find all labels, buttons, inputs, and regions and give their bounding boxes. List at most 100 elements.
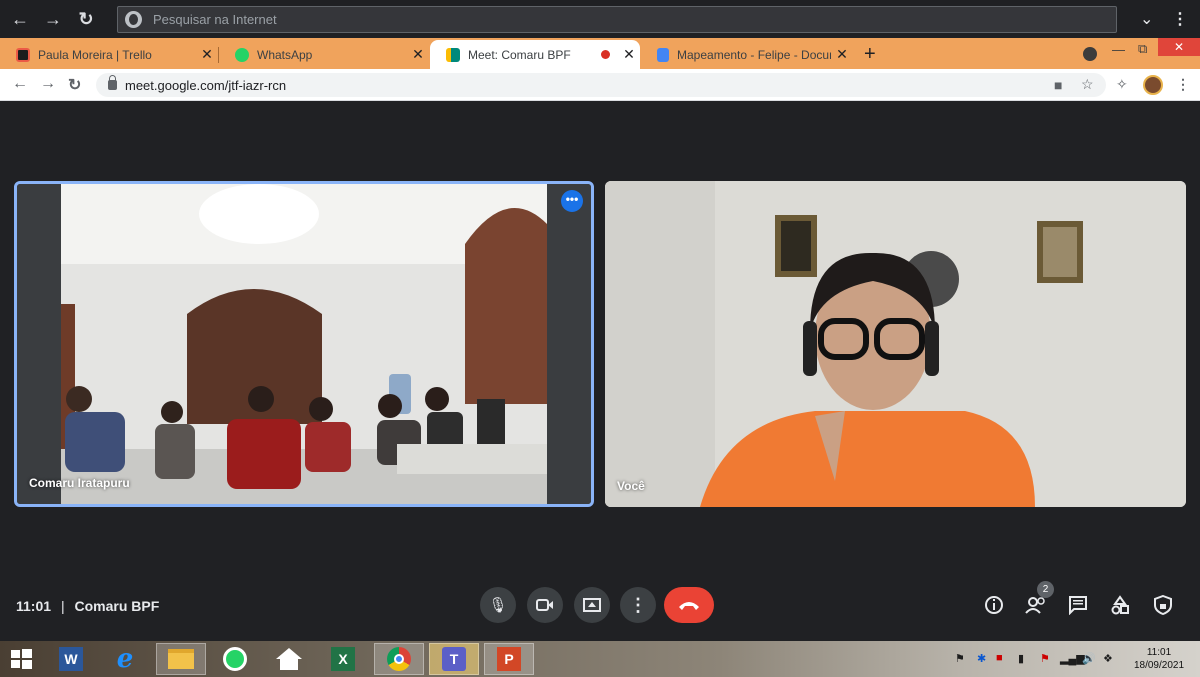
meeting-name: Comaru BPF [74,598,160,614]
tab-title: Meet: Comaru BPF [468,47,571,62]
whatsapp-icon [235,47,249,62]
globe-icon [125,11,142,28]
participant-tile-self[interactable]: Você [605,181,1186,507]
menu-icon[interactable]: ⋮ [1172,9,1188,29]
participant-name: Comaru Iratapuru [29,476,130,490]
lock-icon [108,75,117,90]
tab-strip: Paula Moreira | Trello ✕ WhatsApp ✕ Meet… [0,38,1200,69]
taskbar-teams[interactable]: T [429,643,479,675]
restore-icon[interactable]: ⧉ [1138,41,1147,57]
video-feed-room [17,184,591,504]
present-screen-button[interactable] [574,587,610,623]
tab-title: Paula Moreira | Trello [38,47,152,62]
clock-date: 18/09/2021 [1133,660,1185,671]
trello-icon [16,47,30,62]
recording-icon [601,50,610,59]
start-button[interactable] [4,643,38,675]
plus-icon: + [864,43,876,65]
host-controls-button[interactable] [1152,594,1174,617]
acrobat-icon[interactable]: ■ [996,652,1003,664]
camera-icon[interactable]: ■ [1054,77,1062,93]
close-icon[interactable]: ✕ [831,46,853,63]
back-icon[interactable]: ← [10,9,30,29]
taskbar-file-explorer[interactable] [156,643,206,675]
docs-icon [657,47,669,62]
volume-icon[interactable]: 🔊 [1082,652,1096,665]
taskbar-internet-explorer[interactable]: e [108,643,142,675]
participant-name: Você [617,479,645,493]
home-icon [276,648,302,670]
meeting-time: 11:01 [16,598,52,614]
menu-icon[interactable]: ⋮ [1176,76,1190,93]
chrome-icon [387,647,411,671]
flag-icon[interactable]: ⚑ [1040,652,1050,665]
close-icon[interactable]: ✕ [407,46,429,63]
forward-icon[interactable]: → [43,9,63,29]
video-feed-self [605,181,1186,507]
phone-hangup-icon [679,602,699,610]
extensions-icon[interactable]: ✧ [1116,76,1128,93]
close-window-button[interactable]: ✕ [1158,38,1200,56]
close-icon[interactable]: ✕ [196,46,218,63]
activities-button[interactable] [1109,595,1131,617]
tab-search-icon[interactable] [1083,47,1097,61]
star-icon[interactable]: ☆ [1081,76,1094,93]
chat-button[interactable] [1067,595,1089,617]
taskbar-word[interactable]: W [54,643,88,675]
leave-call-button[interactable] [664,587,714,623]
camera-button[interactable] [527,587,563,623]
more-vert-icon: ⋮ [629,594,647,615]
reload-icon[interactable]: ↻ [76,9,96,29]
tab-title: Mapeamento - Felipe - Documen [677,47,831,62]
signal-icon[interactable]: ▂▄▆ [1060,652,1085,665]
taskbar-powerpoint[interactable]: P [484,643,534,675]
taskbar-whatsapp[interactable] [218,643,252,675]
ie-icon: e [116,644,134,674]
bluetooth-icon[interactable]: ✱ [977,652,986,665]
participant-count-badge: 2 [1037,581,1054,598]
folder-icon [168,649,194,669]
participants-button[interactable] [1025,595,1047,617]
tab-title: WhatsApp [257,47,313,62]
microphone-icon: 🎙 [488,597,508,614]
tab-docs[interactable]: Mapeamento - Felipe - Documen ✕ [641,40,853,69]
browser-top-bar: ← → ↻ Pesquisar na Internet ⌄ ⋮ [0,0,1200,38]
close-icon[interactable]: ✕ [618,46,640,63]
participant-tile-comaru[interactable]: ••• Comaru Iratapuru [14,181,594,507]
teams-icon: T [442,647,466,671]
language-icon[interactable]: ⚑ [955,652,965,665]
word-icon: W [59,647,83,671]
tab-trello[interactable]: Paula Moreira | Trello ✕ [0,40,218,69]
tab-whatsapp[interactable]: WhatsApp ✕ [219,40,429,69]
url-field[interactable]: meet.google.com/jtf-iazr-rcn ■ ☆ [96,73,1106,97]
reload-icon[interactable]: ↻ [68,75,81,95]
meeting-details-button[interactable] [983,595,1005,617]
search-bar[interactable]: Pesquisar na Internet [117,6,1117,33]
new-tab-button[interactable]: + [856,40,886,69]
more-options-button[interactable]: ⋮ [620,587,656,623]
video-camera-icon [536,599,553,611]
taskbar-home[interactable] [272,643,306,675]
system-clock[interactable]: 11:01 18/09/2021 [1128,646,1190,672]
search-placeholder: Pesquisar na Internet [153,12,277,27]
info-icon [985,596,1003,614]
tab-meet[interactable]: Meet: Comaru BPF ✕ [430,40,640,69]
taskbar-excel[interactable]: X [326,643,360,675]
chevron-down-icon[interactable]: ⌄ [1140,9,1153,29]
avatar[interactable] [1143,75,1163,95]
people-icon [1025,597,1045,614]
meet-stage: ••• Comaru Iratapuru Você 11:01 | Comaru [0,101,1200,641]
url-text: meet.google.com/jtf-iazr-rcn [125,78,287,93]
windows-taskbar: W e X T P ⚑ ✱ ■ ▮ ⚑ ▂▄▆ 🔊 ❖ 11:01 18/09/… [0,641,1200,677]
forward-icon[interactable]: → [40,75,56,93]
dropbox-icon[interactable]: ❖ [1103,652,1113,665]
minimize-icon[interactable]: — [1112,42,1125,57]
device-icon[interactable]: ▮ [1018,652,1024,665]
shield-lock-icon [1154,594,1172,616]
back-icon[interactable]: ← [12,75,28,93]
microphone-button[interactable]: 🎙 [480,587,516,623]
more-options-button[interactable]: ••• [561,190,583,212]
clock-time: 11:01 [1146,647,1172,658]
taskbar-chrome[interactable] [374,643,424,675]
shapes-icon [1111,595,1129,615]
